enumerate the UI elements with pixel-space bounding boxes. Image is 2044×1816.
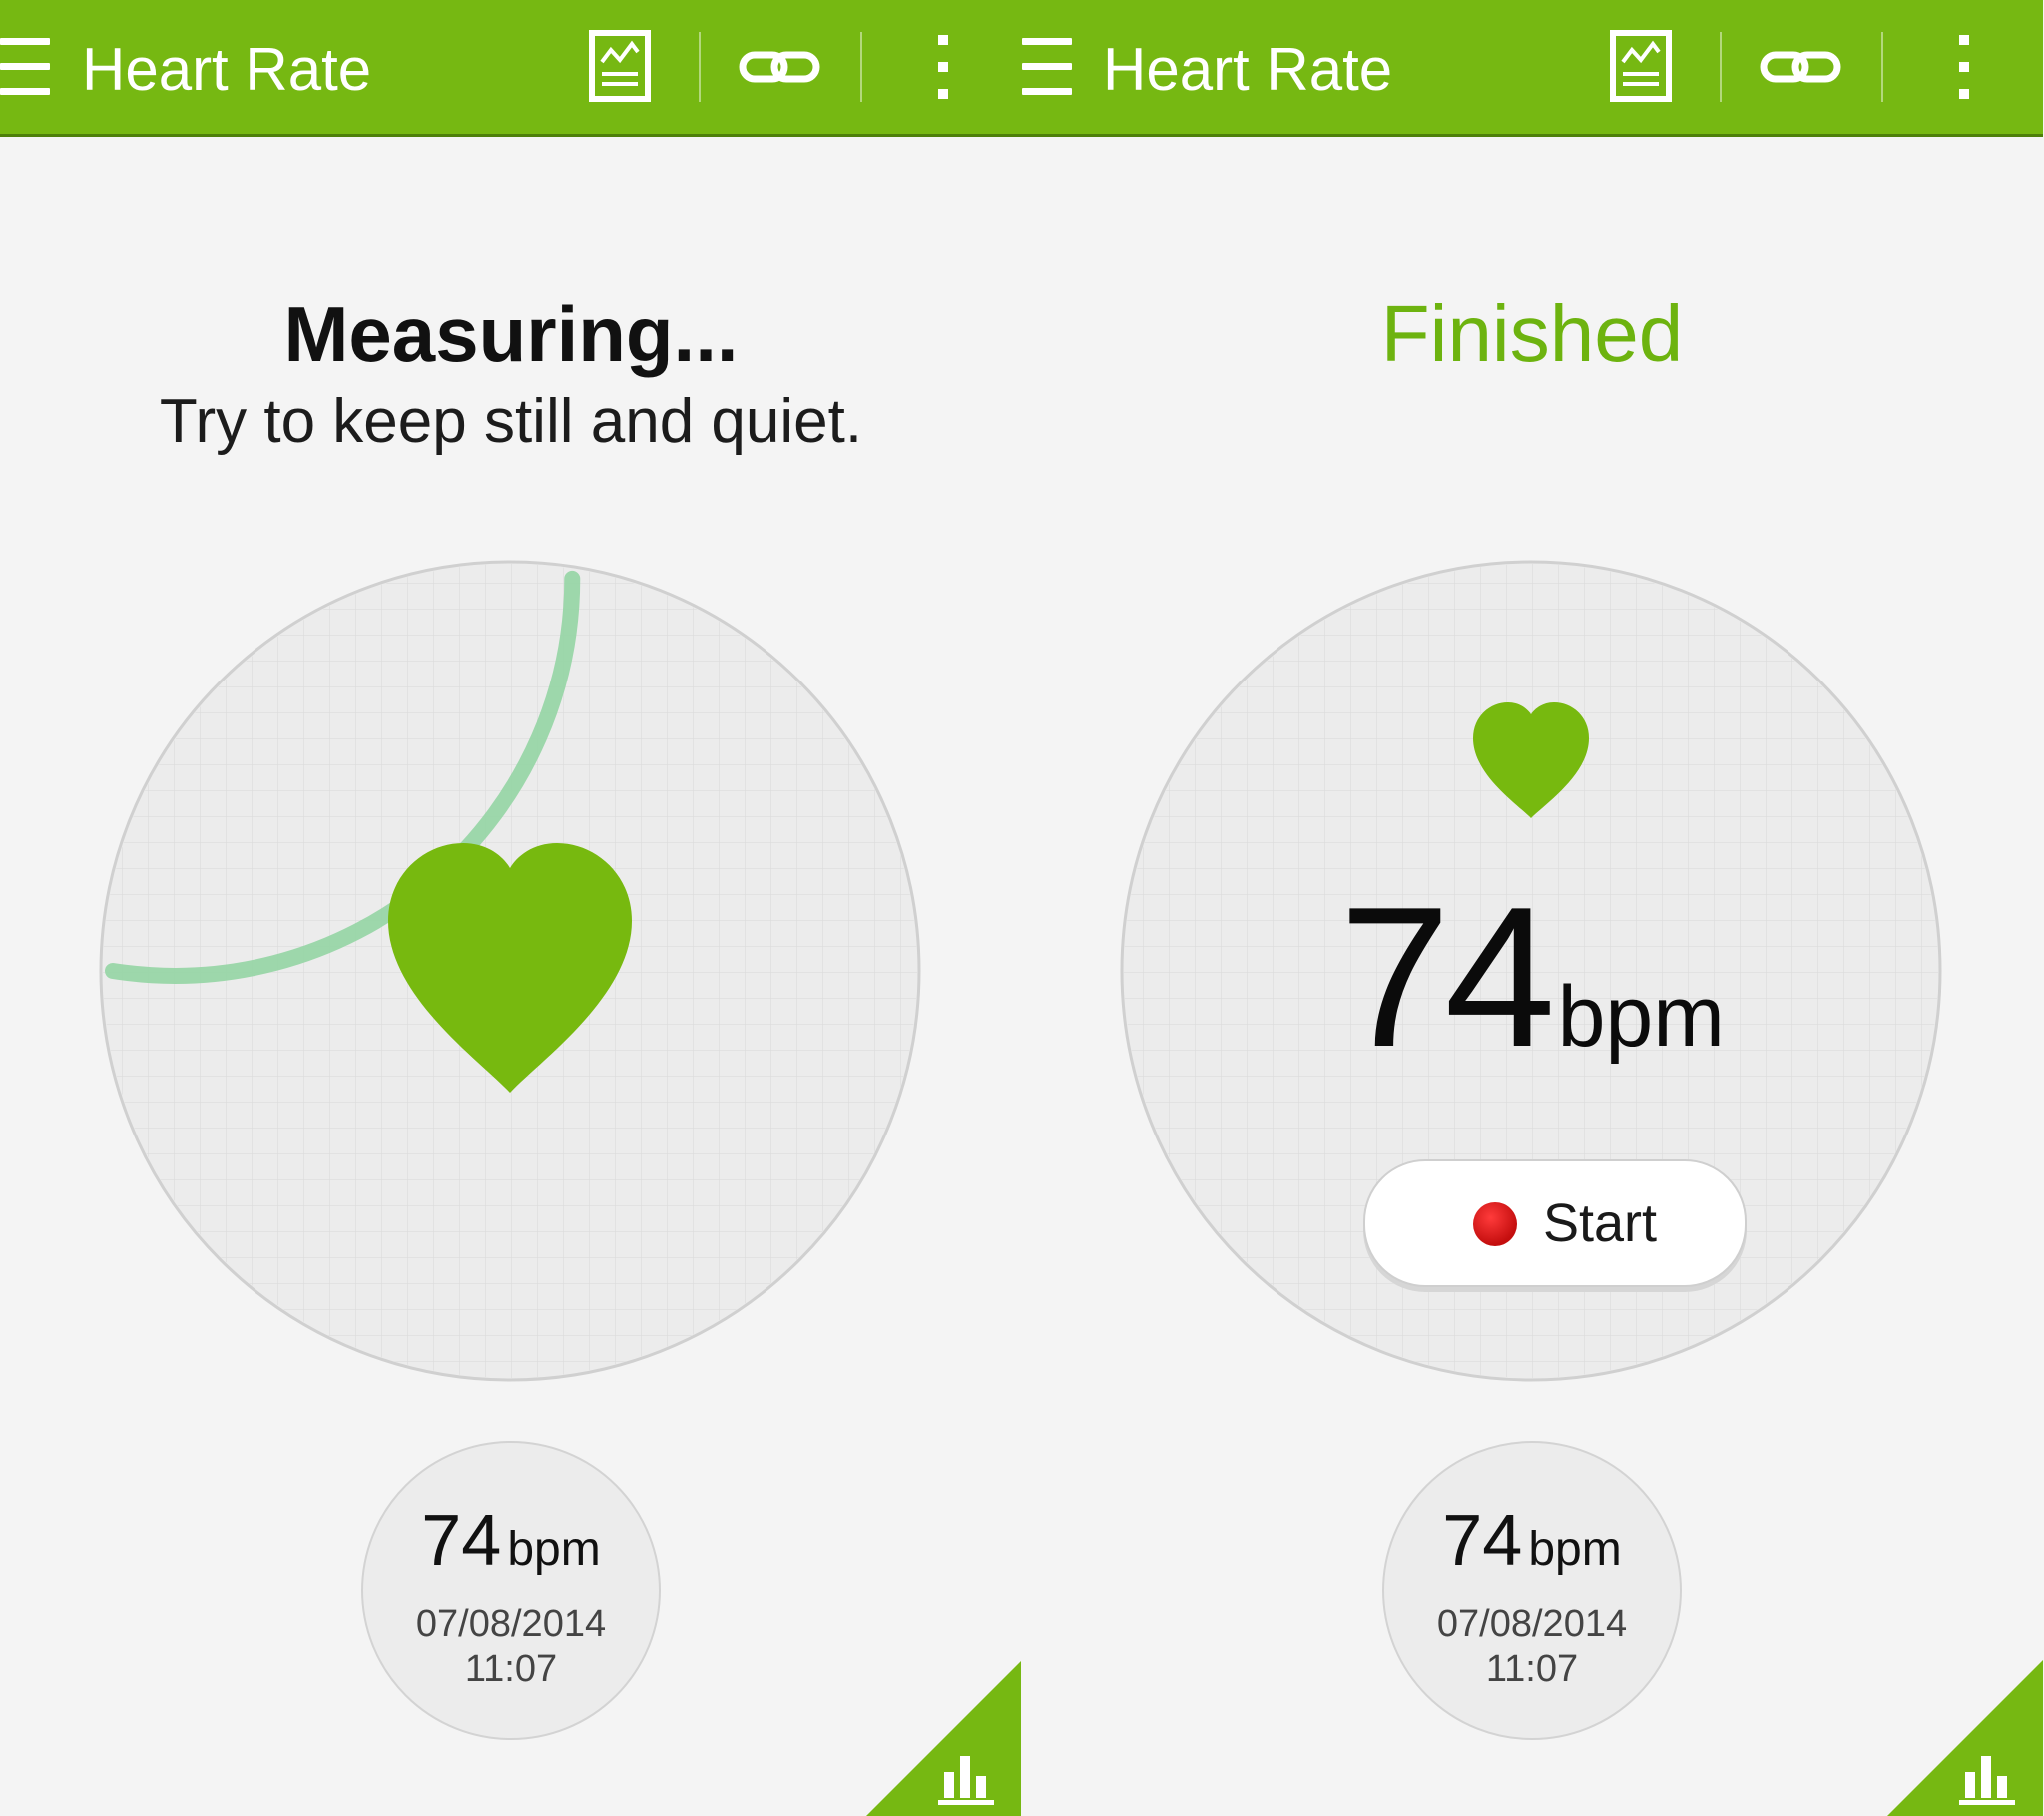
last-measurement-date: 07/08/2014 [415, 1603, 607, 1645]
hamburger-menu-icon[interactable] [0, 38, 52, 96]
app-title: Heart Rate [82, 36, 372, 103]
toolbar-divider [699, 32, 701, 102]
history-tab[interactable] [1887, 1660, 2043, 1816]
last-bpm-number: 74 [421, 1501, 502, 1581]
app-bar: Heart Rate [0, 0, 1022, 134]
last-measurement-value: 74 bpm [363, 1501, 659, 1581]
last-bpm-unit: bpm [507, 1523, 601, 1576]
last-measurement-badge[interactable]: 74 bpm 07/08/2014 11:07 [1382, 1441, 1682, 1740]
hamburger-menu-icon[interactable] [1022, 38, 1074, 96]
status-title: Finished [1380, 289, 1684, 378]
chain-link-icon[interactable] [735, 22, 824, 112]
app-bar-shadow [0, 134, 1022, 137]
status-title: Measuring... [283, 290, 739, 378]
history-tab[interactable] [866, 1660, 1022, 1816]
bpm-unit: bpm [1557, 969, 1725, 1065]
last-bpm-number: 74 [1442, 1501, 1523, 1581]
last-measurement-time: 11:07 [1485, 1648, 1579, 1690]
heart-rate-result: 74bpm [1021, 878, 2043, 1078]
start-button[interactable]: Start [1363, 1159, 1747, 1287]
chain-link-icon[interactable] [1756, 22, 1845, 112]
toolbar-divider [860, 32, 862, 102]
start-button-label: Start [1543, 1193, 1658, 1253]
app-bar: Heart Rate [1021, 0, 2043, 134]
last-measurement-date: 07/08/2014 [1436, 1603, 1628, 1645]
status-subtitle: Try to keep still and quiet. [159, 387, 863, 456]
app-bar-shadow [1021, 134, 2043, 137]
more-vertical-icon[interactable] [1919, 22, 2009, 112]
last-measurement-time: 11:07 [464, 1648, 558, 1690]
toolbar-divider [1881, 32, 1883, 102]
measuring-screen: Heart Rate Measuring... Try to keep stil… [0, 0, 1022, 1816]
bpm-number: 74 [1339, 866, 1555, 1089]
report-chart-icon[interactable] [1596, 22, 1686, 112]
finished-screen: Heart Rate Finished 74bpm Start 74 bpm 0… [1021, 0, 2043, 1816]
record-dot-icon [1473, 1202, 1517, 1246]
last-measurement-value: 74 bpm [1384, 1501, 1680, 1581]
toolbar-divider [1720, 32, 1722, 102]
measurement-dial [96, 557, 924, 1385]
last-bpm-unit: bpm [1528, 1523, 1622, 1576]
report-chart-icon[interactable] [575, 22, 665, 112]
more-vertical-icon[interactable] [898, 22, 988, 112]
last-measurement-badge[interactable]: 74 bpm 07/08/2014 11:07 [361, 1441, 661, 1740]
app-title: Heart Rate [1103, 36, 1393, 103]
